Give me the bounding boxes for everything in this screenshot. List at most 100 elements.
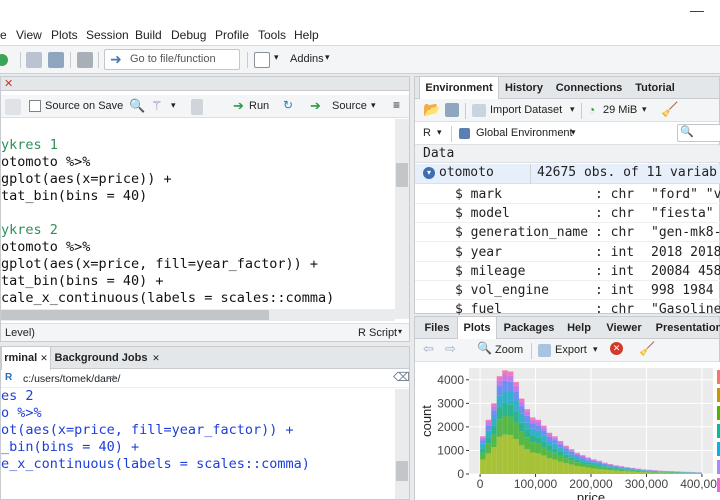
code-line[interactable]: cale_x_continuous(labels = scales::comma… <box>1 290 334 307</box>
layout-dropdown-icon[interactable]: ▾ <box>274 52 279 63</box>
goto-file-input[interactable]: ➜ Go to file/function <box>104 49 240 70</box>
tab-help[interactable]: Help <box>561 317 597 339</box>
editor-scrollbar[interactable] <box>395 119 409 319</box>
compile-report-icon[interactable] <box>191 99 203 115</box>
variable-row[interactable]: $ year: int 2018 2018 <box>415 243 720 262</box>
close-tab-icon[interactable]: ✕ <box>4 77 13 90</box>
clear-console-icon[interactable]: ⌫ <box>393 370 410 384</box>
clear-plots-icon[interactable]: 🧹 <box>639 341 655 357</box>
histogram-bar-segment <box>591 459 597 460</box>
variable-row[interactable]: $ vol_engine: int 998 1984 <box>415 281 720 300</box>
source-arrow-icon: ➔ <box>310 98 321 113</box>
code-line[interactable]: gplot(aes(x=price, fill=year_factor)) + <box>1 256 318 273</box>
menu-plots[interactable]: Plots <box>51 28 78 42</box>
env-search-input[interactable]: 🔍 <box>677 124 720 142</box>
new-file-icon[interactable] <box>0 54 8 66</box>
next-plot-icon[interactable]: ⇨ <box>445 341 456 357</box>
expand-icon[interactable]: ▾ <box>423 167 435 179</box>
scope-dropdown-icon[interactable]: ▾ <box>571 127 576 138</box>
code-line[interactable]: tat_bin(bins = 40) + <box>1 273 164 290</box>
run-button[interactable]: Run <box>249 100 269 112</box>
menu-view[interactable]: View <box>16 28 42 42</box>
back-icon[interactable] <box>5 99 21 115</box>
tab-environment[interactable]: Environment <box>419 77 499 100</box>
console-scrollbar[interactable] <box>395 389 409 499</box>
source-on-save-checkbox[interactable] <box>29 100 41 112</box>
histogram-bar-segment <box>596 463 603 466</box>
zoom-button[interactable]: Zoom <box>495 344 523 356</box>
minimize-icon[interactable]: — <box>690 2 710 20</box>
histogram-bar-segment <box>530 442 536 453</box>
import-dropdown-icon[interactable]: ▾ <box>570 104 575 115</box>
outline-icon[interactable]: ≡ <box>393 98 400 112</box>
export-dropdown-icon[interactable]: ▾ <box>593 344 598 355</box>
editor-hscrollbar[interactable] <box>1 309 395 321</box>
load-workspace-icon[interactable]: 📂 <box>423 101 440 118</box>
search-icon[interactable]: 🔍 <box>129 98 145 114</box>
tab-history[interactable]: History <box>501 77 547 99</box>
histogram-bar-segment <box>591 464 597 466</box>
histogram-bar-segment <box>596 462 603 464</box>
source-dropdown-icon[interactable]: ▾ <box>371 100 376 111</box>
tab-viewer[interactable]: Viewer <box>601 317 647 339</box>
grid-layout-icon[interactable] <box>254 52 270 68</box>
memory-dropdown-icon[interactable]: ▾ <box>642 104 647 115</box>
tab-tutorial[interactable]: Tutorial <box>629 77 681 99</box>
save-icon[interactable] <box>26 52 42 68</box>
memory-usage[interactable]: 29 MiB <box>603 104 637 116</box>
tab-background-jobs[interactable]: Background Jobs <box>53 347 149 369</box>
histogram-bar-segment <box>524 429 530 438</box>
tab-packages[interactable]: Packages <box>501 317 557 339</box>
code-line[interactable]: otomoto %>% <box>1 154 90 171</box>
variable-row[interactable]: $ mileage: int 20084 458 <box>415 262 720 281</box>
addins-dropdown-icon[interactable]: ▾ <box>325 52 330 63</box>
print-icon[interactable] <box>77 52 93 68</box>
environment-scope-select[interactable]: Global Environment <box>476 127 573 139</box>
menu-edit[interactable]: e <box>0 28 7 42</box>
menu-session[interactable]: Session <box>86 28 129 42</box>
goto-wd-icon[interactable]: ⇨ <box>107 371 116 384</box>
menu-help[interactable]: Help <box>294 28 319 42</box>
save-all-icon[interactable] <box>48 52 64 68</box>
save-workspace-icon[interactable] <box>445 103 459 117</box>
code-line[interactable]: gplot(aes(x=price)) + <box>1 171 172 188</box>
rerun-icon[interactable]: ↻ <box>283 98 293 112</box>
menu-profile[interactable]: Profile <box>215 28 249 42</box>
variable-row[interactable]: $ mark: chr "ford" "v <box>415 185 720 204</box>
close-jobs-tab-icon[interactable]: ✕ <box>149 347 163 369</box>
magic-wand-icon[interactable]: ⚚ <box>151 98 163 114</box>
histogram-bar-segment <box>507 375 514 382</box>
scope-level[interactable]: Level) <box>5 327 35 339</box>
file-type-dropdown-icon[interactable]: ▾ <box>398 327 402 336</box>
tab-presentation[interactable]: Presentation <box>651 317 720 339</box>
tab-plots[interactable]: Plots <box>457 317 497 340</box>
tab-terminal[interactable]: rminal ✕ <box>1 347 51 370</box>
menu-build[interactable]: Build <box>135 28 162 42</box>
menu-tools[interactable]: Tools <box>258 28 286 42</box>
broom-icon[interactable]: 🧹 <box>661 101 678 118</box>
menu-debug[interactable]: Debug <box>171 28 206 42</box>
tab-connections[interactable]: Connections <box>551 77 627 99</box>
code-line[interactable]: otomoto %>% <box>1 239 90 256</box>
histogram-bar-segment <box>613 465 619 467</box>
remove-plot-icon[interactable]: ✕ <box>610 342 623 355</box>
previous-plot-icon[interactable]: ⇦ <box>423 341 434 357</box>
tab-files[interactable]: Files <box>419 317 455 339</box>
console-output[interactable]: es 2o %>% ot(aes(x=price, fill=year_facto… <box>1 388 395 499</box>
source-button[interactable]: Source <box>332 100 367 112</box>
variable-row[interactable]: $ generation_name: chr "gen-mk8- <box>415 223 720 243</box>
file-type[interactable]: R Script <box>358 327 397 339</box>
code-comment-line[interactable]: ykres 1 <box>1 137 58 154</box>
variable-row[interactable]: $ model: chr "fiesta" <box>415 204 720 224</box>
code-tools-dropdown-icon[interactable]: ▾ <box>171 100 176 111</box>
code-area[interactable]: ykres 1 otomoto %>% gplot(aes(x=price)) + t… <box>1 119 395 319</box>
language-dropdown-icon[interactable]: ▾ <box>437 127 442 138</box>
language-select[interactable]: R <box>423 127 431 139</box>
import-dataset-button[interactable]: Import Dataset <box>490 104 562 116</box>
export-button[interactable]: Export <box>555 344 587 356</box>
zoom-icon: 🔍 <box>477 341 492 355</box>
code-line[interactable]: tat_bin(bins = 40) <box>1 188 147 205</box>
addins-menu[interactable]: Addins <box>290 53 324 65</box>
code-comment-line[interactable]: ykres 2 <box>1 222 58 239</box>
object-row-otomoto[interactable]: ▾ otomoto 42675 obs. of 11 variab <box>415 164 720 184</box>
